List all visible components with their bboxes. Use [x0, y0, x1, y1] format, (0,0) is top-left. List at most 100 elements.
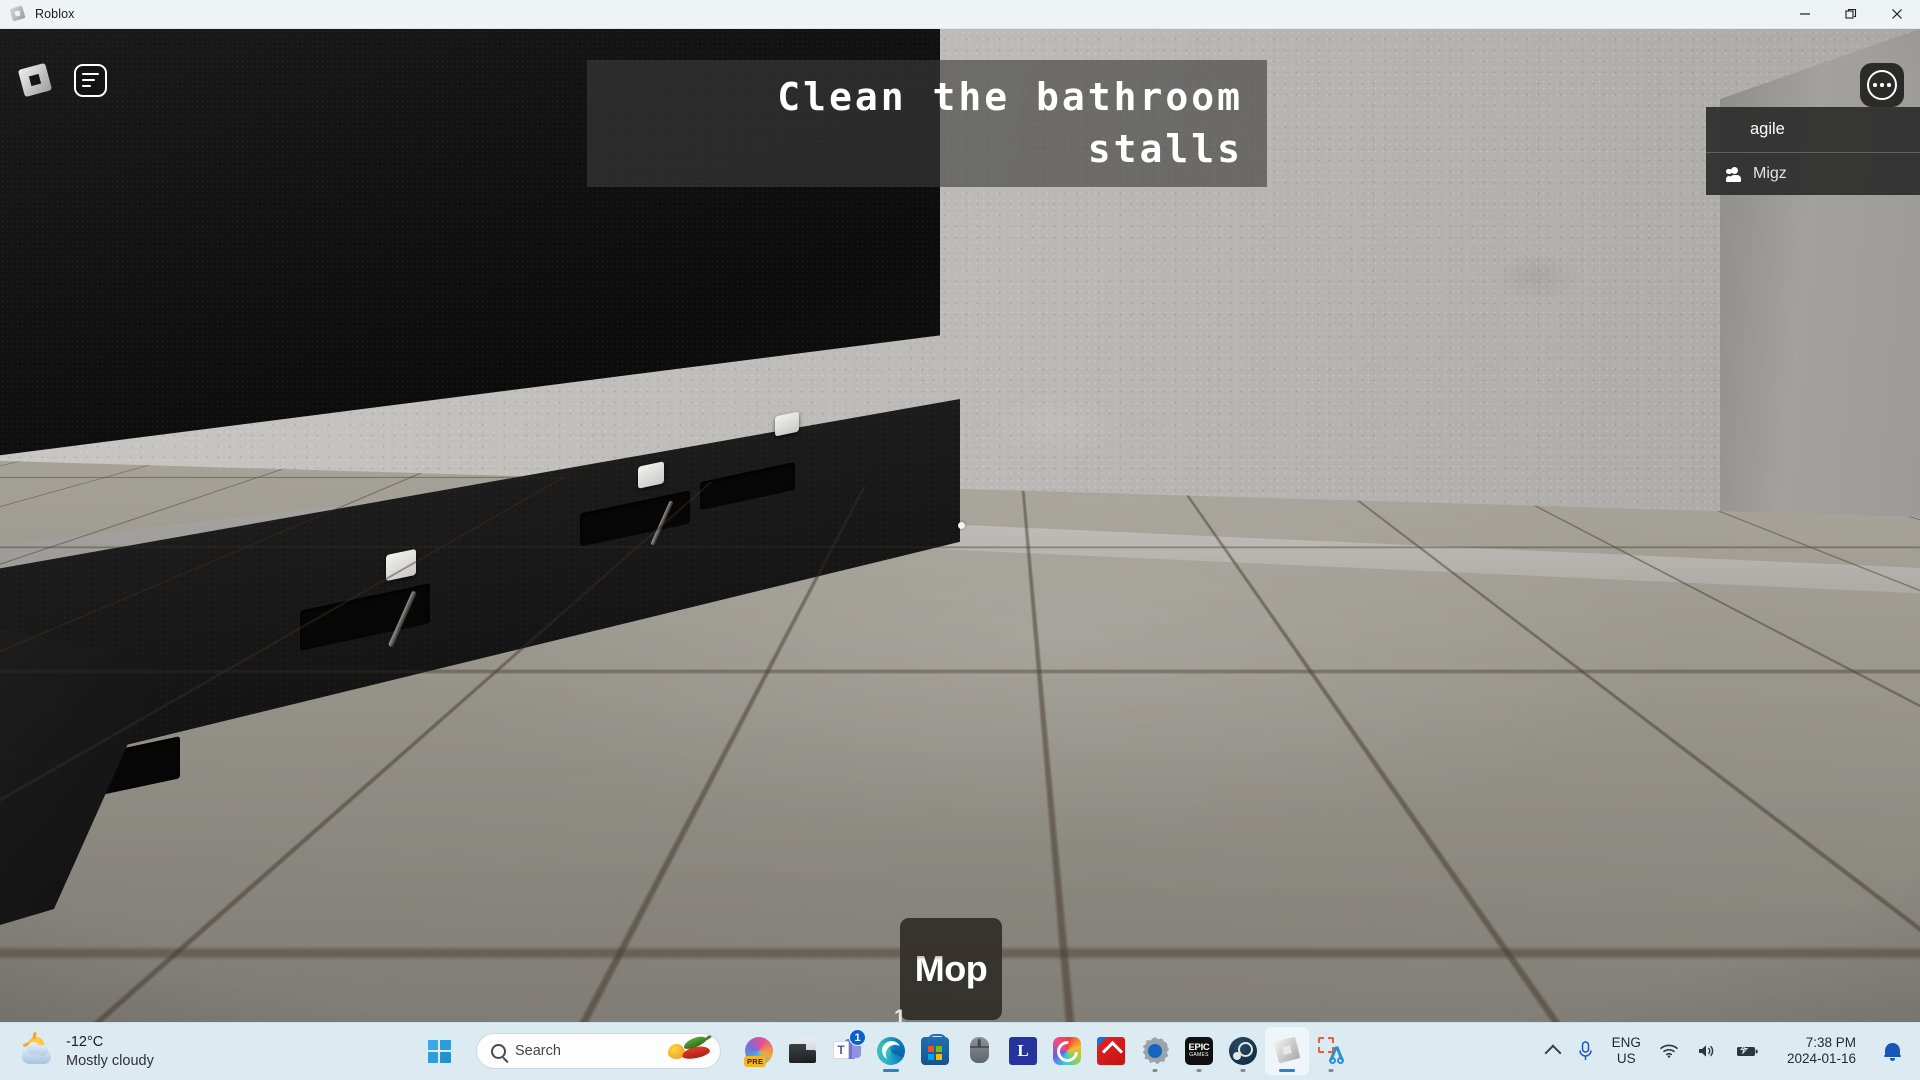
language-line-1: ENG — [1611, 1035, 1641, 1051]
radeon-icon — [1097, 1037, 1125, 1065]
battery-button[interactable] — [1726, 1029, 1768, 1073]
weather-temperature: -12°C — [66, 1034, 104, 1051]
screen: Roblox Clean the bathroom stalls agile M… — [0, 0, 1920, 1080]
hotbar-slot-label: Mop — [914, 948, 988, 989]
window-title: Roblox — [35, 7, 75, 21]
taskbar-app-teams[interactable]: T 1 — [825, 1027, 869, 1075]
running-indicator — [1240, 1069, 1246, 1072]
crosshair-dot — [958, 522, 965, 529]
teams-letter: T — [833, 1041, 849, 1059]
epic-bottom-text: GAMES — [1189, 1052, 1209, 1059]
taskbar-app-amd-software[interactable] — [1133, 1027, 1177, 1075]
running-indicator — [1279, 1069, 1295, 1072]
close-icon — [1892, 9, 1902, 19]
more-options-icon — [1867, 70, 1897, 100]
edge-icon — [877, 1037, 905, 1065]
file-explorer-icon — [789, 1037, 817, 1065]
steam-icon — [1229, 1037, 1257, 1065]
hud-top-left — [17, 62, 107, 98]
show-hidden-icons-button[interactable] — [1538, 1029, 1568, 1073]
system-tray: ENG US 7:38 PM 2024-01-16 — [1538, 1022, 1920, 1080]
logitech-icon: L — [1009, 1037, 1037, 1065]
running-indicator — [1196, 1069, 1202, 1072]
running-indicator — [883, 1069, 899, 1072]
store-icon — [921, 1034, 949, 1065]
search-placeholder: Search — [515, 1043, 561, 1059]
taskbar-app-snipping-tool[interactable] — [1309, 1027, 1353, 1075]
player-list-item[interactable]: Migz — [1706, 153, 1920, 195]
bell-icon — [1884, 1042, 1901, 1061]
clock-date: 2024-01-16 — [1786, 1051, 1856, 1066]
player-name: Migz — [1753, 165, 1787, 182]
language-line-2: US — [1616, 1051, 1636, 1066]
roblox-menu-icon[interactable] — [17, 62, 53, 98]
minimize-button[interactable] — [1782, 0, 1828, 29]
taskbar-app-epic-games[interactable]: EPIC GAMES — [1177, 1027, 1221, 1075]
player-list-panel: agile Migz — [1706, 107, 1920, 195]
quest-objective-line-1: Clean the bathroom — [777, 74, 1243, 119]
mouse-icon — [965, 1037, 993, 1065]
chat-icon[interactable] — [74, 63, 107, 97]
search-input[interactable]: Search — [476, 1033, 721, 1069]
running-indicator — [1152, 1069, 1158, 1072]
taskbar-app-roblox[interactable] — [1265, 1027, 1309, 1075]
microphone-button[interactable] — [1568, 1029, 1603, 1073]
taskbar-center: Search PRE T 1 L EPIC GAMES — [415, 1022, 1353, 1080]
epic-games-icon: EPIC GAMES — [1185, 1037, 1213, 1065]
server-name: agile — [1706, 107, 1920, 153]
taskbar-app-edge[interactable] — [869, 1027, 913, 1075]
weather-text: -12°C Mostly cloudy — [66, 1033, 154, 1069]
taskbar-app-creative-cloud[interactable] — [1045, 1027, 1089, 1075]
minimize-icon — [1800, 13, 1810, 15]
hotbar-slot-key: 1 — [894, 1006, 906, 1022]
volume-button[interactable] — [1688, 1029, 1726, 1073]
start-button[interactable] — [415, 1027, 463, 1075]
notifications-button[interactable] — [1875, 1029, 1910, 1073]
network-button[interactable] — [1650, 1029, 1688, 1073]
copilot-icon: PRE — [744, 1037, 773, 1067]
windows-logo-icon — [427, 1039, 451, 1063]
quest-objective-panel: Clean the bathroom stalls — [587, 60, 1267, 187]
taskbar-app-microsoft-store[interactable] — [913, 1027, 957, 1075]
taskbar-app-icons: PRE T 1 L EPIC GAMES — [737, 1027, 1353, 1075]
game-viewport[interactable]: Clean the bathroom stalls agile Migz Mop… — [0, 29, 1920, 1022]
clock-time: 7:38 PM — [1805, 1034, 1856, 1050]
wifi-icon — [1660, 1044, 1678, 1058]
people-icon — [1726, 166, 1745, 182]
weather-widget[interactable]: -12°C Mostly cloudy — [22, 1033, 242, 1069]
roblox-icon — [1273, 1036, 1301, 1065]
close-button[interactable] — [1874, 0, 1920, 29]
search-icon — [491, 1043, 506, 1059]
windows-taskbar: -12°C Mostly cloudy Search PRE T 1 L EPI… — [0, 1022, 1920, 1080]
taskbar-app-copilot[interactable]: PRE — [737, 1027, 781, 1075]
running-indicator — [1328, 1069, 1334, 1072]
restore-button[interactable] — [1828, 0, 1874, 29]
taskbar-app-radeon[interactable] — [1089, 1027, 1133, 1075]
taskbar-app-file-explorer[interactable] — [781, 1027, 825, 1075]
copilot-preview-badge: PRE — [744, 1056, 767, 1067]
taskbar-app-steam[interactable] — [1221, 1027, 1265, 1075]
restore-icon — [1845, 8, 1857, 19]
clock-button[interactable]: 7:38 PM 2024-01-16 — [1768, 1029, 1875, 1073]
taskbar-app-mouse-settings[interactable] — [957, 1027, 1001, 1075]
gear-icon — [1141, 1037, 1169, 1065]
roblox-icon — [9, 5, 27, 23]
more-options-button[interactable] — [1860, 63, 1904, 107]
weather-condition: Mostly cloudy — [66, 1052, 154, 1069]
sun-behind-cloud-icon — [22, 1036, 56, 1067]
microphone-icon — [1578, 1040, 1592, 1060]
snipping-tool-icon — [1317, 1037, 1345, 1065]
window-titlebar: Roblox — [0, 0, 1920, 29]
epic-top-text: EPIC — [1188, 1041, 1210, 1053]
creative-cloud-icon — [1053, 1037, 1081, 1065]
teams-notification-badge: 1 — [849, 1029, 866, 1046]
hotbar-slot-mop[interactable]: Mop — [900, 918, 1002, 1020]
quest-objective-line-2: stalls — [1087, 126, 1243, 171]
language-indicator[interactable]: ENG US — [1603, 1029, 1650, 1073]
taskbar-app-logitech[interactable]: L — [1001, 1027, 1045, 1075]
speaker-icon — [1698, 1045, 1714, 1057]
chili-peppers-illustration — [668, 1034, 714, 1065]
chevron-up-icon — [1544, 1044, 1562, 1062]
hotbar: Mop 1 — [894, 918, 1002, 1022]
battery-charging-icon — [1736, 1044, 1758, 1056]
